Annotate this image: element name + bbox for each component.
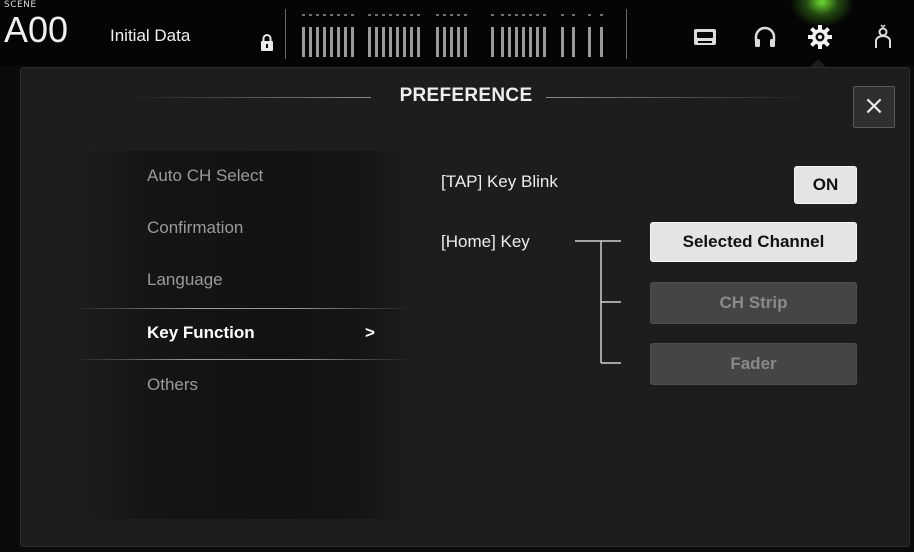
meter-peak-mark	[396, 14, 399, 16]
home-key-option-fader[interactable]: Fader	[650, 343, 857, 385]
meter-peak-mark	[351, 14, 354, 16]
meter-segment	[410, 27, 413, 57]
meter-segment	[309, 27, 312, 57]
active-tab-notch	[810, 59, 826, 67]
meter-peak-mark	[309, 14, 312, 16]
meter-peak-mark	[491, 14, 494, 16]
meter-segment	[543, 27, 546, 57]
meter-segment	[316, 27, 319, 57]
meter-peak-mark	[417, 14, 420, 16]
user-icon[interactable]	[870, 24, 896, 50]
meter-segment	[501, 27, 504, 57]
meter-segment	[491, 27, 494, 57]
preference-panel: PREFERENCE × Auto CH Select Confirmation…	[20, 67, 910, 547]
meter-peak-mark	[450, 14, 453, 16]
meter-peak-mark	[302, 14, 305, 16]
meter-segment	[375, 27, 378, 57]
home-key-option-selected-channel[interactable]: Selected Channel	[650, 222, 857, 262]
meter-segment	[344, 27, 347, 57]
meter-segment	[600, 27, 603, 57]
meter-segment	[508, 27, 511, 57]
gear-icon[interactable]	[807, 24, 833, 50]
meter-peak-mark	[375, 14, 378, 16]
meter-segment	[457, 27, 460, 57]
meter-peak-mark	[588, 14, 591, 16]
meter-segment	[443, 27, 446, 57]
meter-segment	[450, 27, 453, 57]
meter-segment	[515, 27, 518, 57]
meter-peak-mark	[501, 14, 504, 16]
scene-number[interactable]: A00	[4, 12, 68, 48]
meter-peak-mark	[316, 14, 319, 16]
meter-segment	[337, 27, 340, 57]
meter-peak-mark	[443, 14, 446, 16]
meter-peak-mark	[337, 14, 340, 16]
cassette-icon[interactable]	[692, 24, 718, 50]
meter-segment	[351, 27, 354, 57]
meter-segment	[382, 27, 385, 57]
meter-segment	[529, 27, 532, 57]
top-bar: SCENE A00 Initial Data	[0, 0, 914, 67]
level-meter-bars	[302, 14, 603, 57]
meter-peak-mark	[389, 14, 392, 16]
meter-segment	[417, 27, 420, 57]
meter-peak-mark	[436, 14, 439, 16]
meter-segment	[302, 27, 305, 57]
meter-segment	[464, 27, 467, 57]
headphones-icon[interactable]	[752, 24, 778, 50]
meter-peak-mark	[508, 14, 511, 16]
meter-peak-mark	[410, 14, 413, 16]
home-key-option-ch-strip[interactable]: CH Strip	[650, 282, 857, 324]
level-meter	[285, 9, 627, 59]
meter-peak-mark	[464, 14, 467, 16]
lock-icon[interactable]	[260, 32, 274, 52]
meter-peak-mark	[529, 14, 532, 16]
scene-name[interactable]: Initial Data	[110, 26, 190, 46]
meter-segment	[561, 27, 564, 57]
meter-peak-mark	[344, 14, 347, 16]
meter-peak-mark	[536, 14, 539, 16]
meter-peak-mark	[561, 14, 564, 16]
meter-segment	[572, 27, 575, 57]
meter-peak-mark	[600, 14, 603, 16]
meter-peak-mark	[368, 14, 371, 16]
meter-segment	[536, 27, 539, 57]
meter-segment	[396, 27, 399, 57]
meter-segment	[368, 27, 371, 57]
meter-peak-mark	[382, 14, 385, 16]
meter-segment	[330, 27, 333, 57]
meter-segment	[323, 27, 326, 57]
meter-peak-mark	[543, 14, 546, 16]
meter-peak-mark	[457, 14, 460, 16]
meter-peak-mark	[522, 14, 525, 16]
meter-segment	[522, 27, 525, 57]
meter-peak-mark	[515, 14, 518, 16]
meter-peak-mark	[323, 14, 326, 16]
meter-segment	[588, 27, 591, 57]
meter-peak-mark	[572, 14, 575, 16]
meter-peak-mark	[330, 14, 333, 16]
meter-peak-mark	[403, 14, 406, 16]
meter-segment	[389, 27, 392, 57]
meter-segment	[403, 27, 406, 57]
meter-segment	[436, 27, 439, 57]
